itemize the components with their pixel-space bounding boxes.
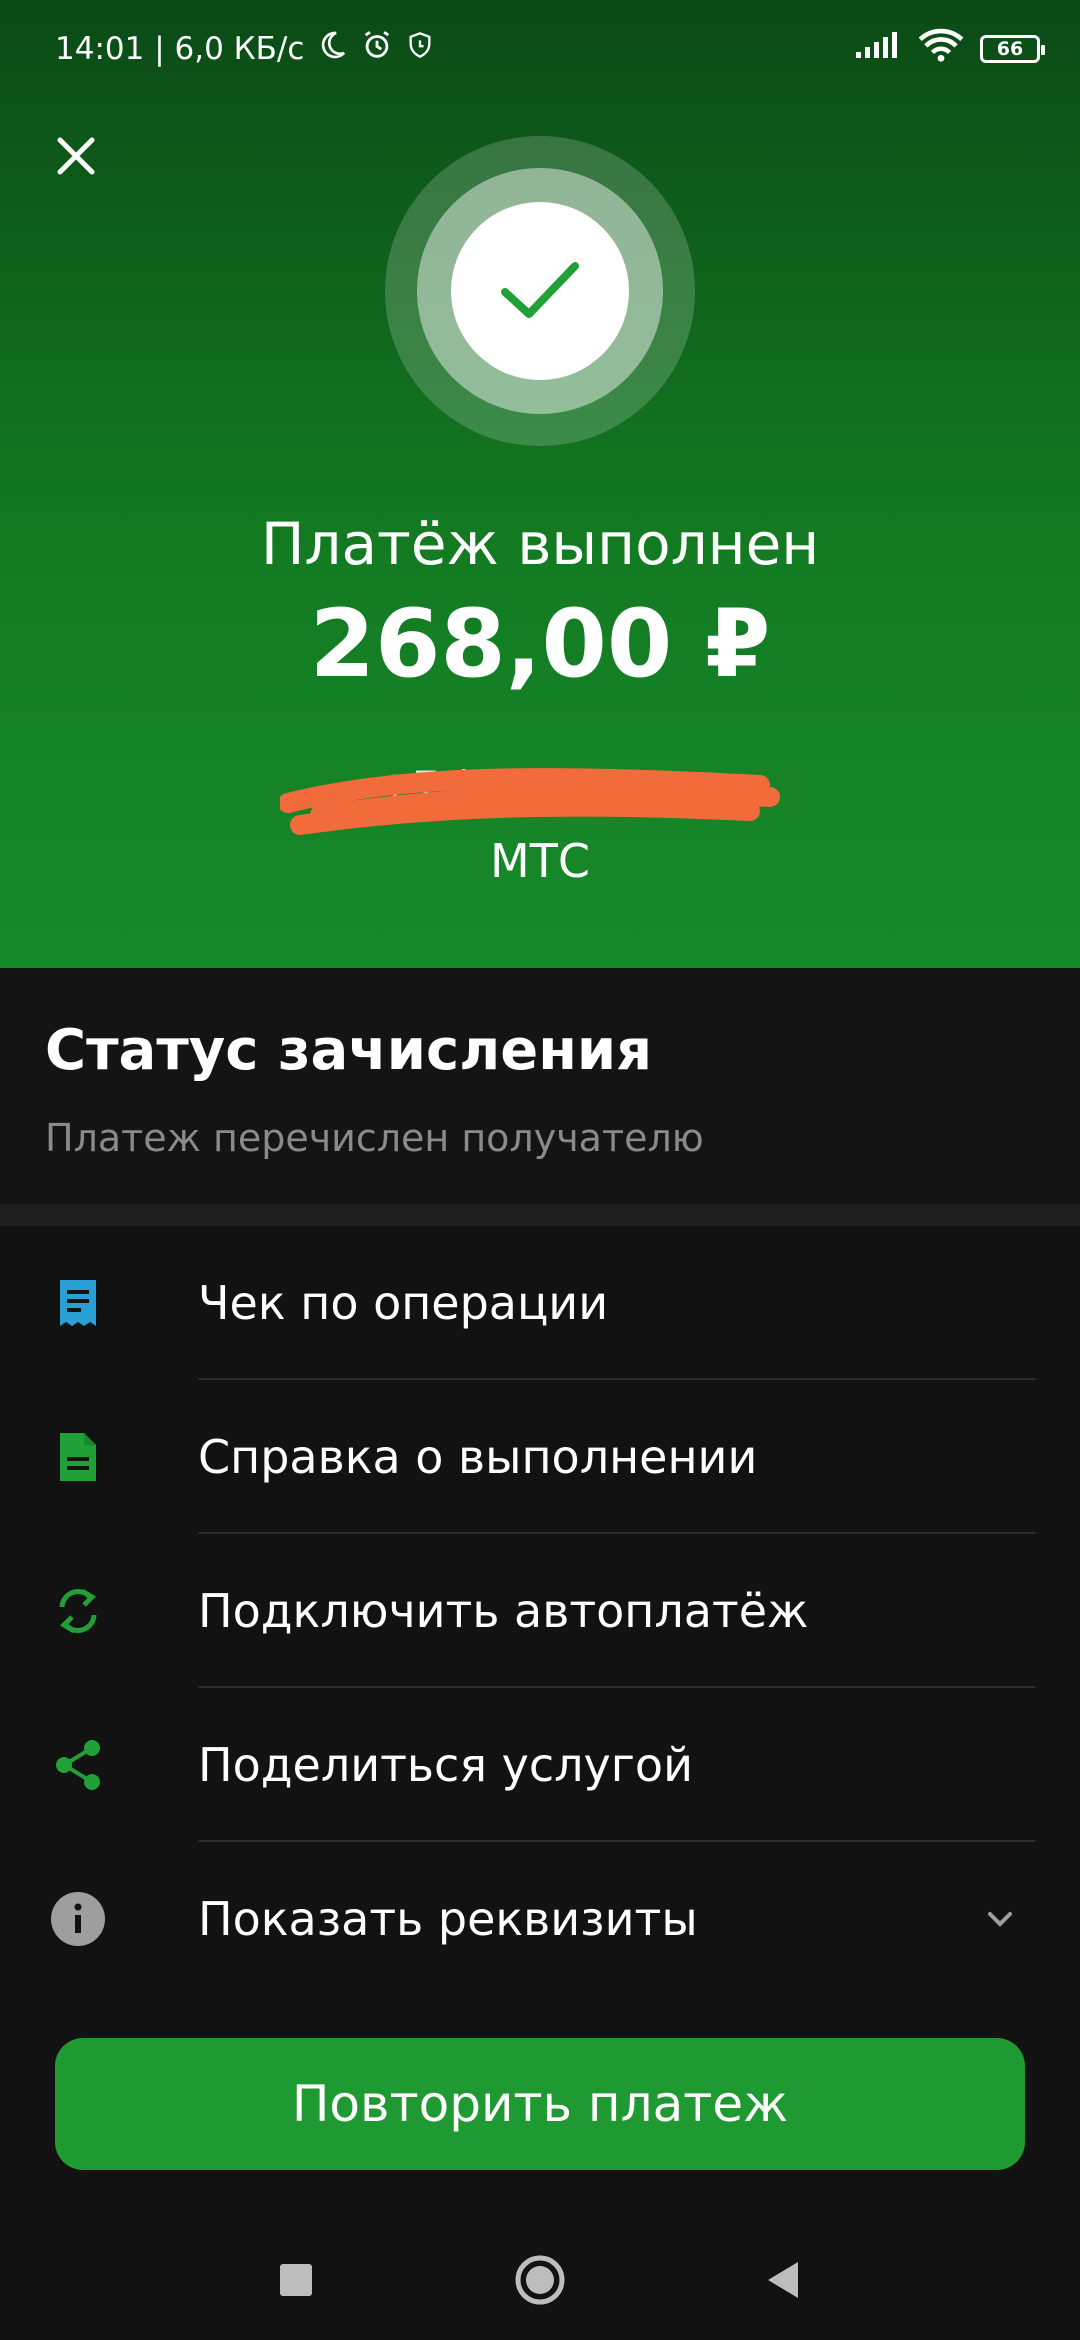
document-icon: [48, 1427, 108, 1487]
success-header: 14:01 | 6,0 КБ/с 66 Платёж выполнен 268,…: [0, 0, 1080, 968]
circle-icon: [515, 2255, 565, 2305]
square-icon: [280, 2264, 312, 2296]
menu-item-label: Показать реквизиты: [198, 1892, 698, 1946]
recents-button[interactable]: [266, 2250, 326, 2310]
status-title: Статус зачисления: [45, 1018, 653, 1083]
status-bar: 14:01 | 6,0 КБ/с 66: [0, 0, 1080, 96]
payment-success-screen: 14:01 | 6,0 КБ/с 66 Платёж выполнен 268,…: [0, 0, 1080, 2340]
status-description: Платеж перечислен получателю: [45, 1116, 704, 1160]
share-item[interactable]: Поделиться услугой: [0, 1688, 1080, 1842]
moon-icon: [316, 29, 348, 69]
receipt-icon: [48, 1273, 108, 1333]
autopay-sync-icon: [48, 1581, 108, 1641]
repeat-payment-button[interactable]: Повторить платеж: [55, 2038, 1025, 2170]
menu-item-label: Чек по операции: [198, 1276, 609, 1330]
menu-item-label: Справка о выполнении: [198, 1430, 758, 1484]
certificate-item[interactable]: Справка о выполнении: [0, 1380, 1080, 1534]
payment-amount: 268,00 ₽: [309, 590, 771, 699]
shield-icon: [406, 30, 434, 68]
section-divider: [0, 1204, 1080, 1226]
autopay-item[interactable]: Подключить автоплатёж: [0, 1534, 1080, 1688]
wifi-icon: [918, 28, 964, 70]
transfer-status: Статус зачисления Платеж перечислен полу…: [0, 968, 1080, 1204]
battery-icon: 66: [980, 35, 1045, 63]
show-details-item[interactable]: Показать реквизиты: [0, 1842, 1080, 1996]
info-icon: [48, 1889, 108, 1949]
checkmark-icon: [501, 262, 579, 318]
redaction-scribble: [280, 768, 780, 835]
back-button[interactable]: [754, 2250, 814, 2310]
menu-item-label: Поделиться услугой: [198, 1738, 693, 1792]
close-button[interactable]: [48, 128, 104, 184]
battery-level: 66: [996, 38, 1024, 60]
share-icon: [48, 1735, 108, 1795]
menu-item-label: Подключить автоплатёж: [198, 1584, 809, 1638]
chevron-down-icon: [988, 1912, 1012, 1927]
status-time-speed: 14:01 | 6,0 КБ/с: [55, 31, 305, 67]
back-triangle-icon: [768, 2262, 798, 2298]
alarm-icon: [360, 28, 394, 70]
receipt-item[interactable]: Чек по операции: [0, 1226, 1080, 1380]
signal-icon: [854, 30, 902, 68]
payment-title: Платёж выполнен: [260, 510, 820, 578]
home-button[interactable]: [510, 2250, 570, 2310]
system-nav-bar: [0, 2220, 1080, 2340]
close-icon: [57, 137, 95, 175]
success-badge: [451, 202, 629, 380]
provider-name: МТС: [490, 834, 590, 888]
actions-list: Чек по операции Справка о выполнении Под…: [0, 1226, 1080, 1996]
